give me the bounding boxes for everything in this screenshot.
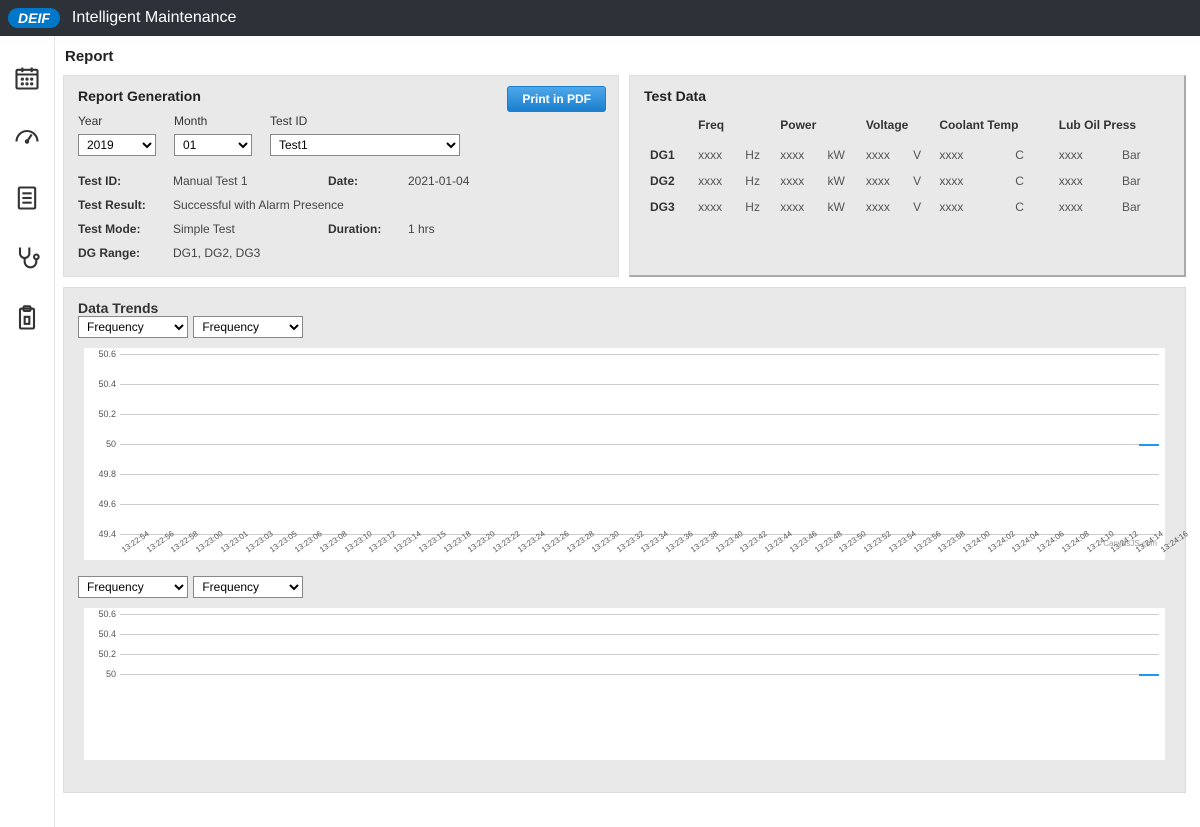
main-content: Report Report Generation Print in PDF Ye… xyxy=(55,36,1200,827)
table-row: DG3xxxxHzxxxxkWxxxxVxxxxCxxxxBar xyxy=(644,194,1170,220)
trend-chart-2: 50.650.450.250 xyxy=(84,608,1165,760)
sidebar xyxy=(0,36,55,827)
brand-logo: DEIF xyxy=(8,8,60,28)
trend1-select-b[interactable]: Frequency xyxy=(193,316,303,338)
month-label: Month xyxy=(174,114,252,128)
year-select[interactable]: 2019 xyxy=(78,134,156,156)
result-field-value: Successful with Alarm Presence xyxy=(173,198,604,212)
calendar-icon xyxy=(13,64,41,92)
col-luboil: Lub Oil Press xyxy=(1053,114,1170,142)
col-coolant: Coolant Temp xyxy=(933,114,1052,142)
sidebar-item-diagnostics[interactable] xyxy=(0,228,54,288)
year-label: Year xyxy=(78,114,156,128)
table-row: DG2xxxxHzxxxxkWxxxxVxxxxCxxxxBar xyxy=(644,168,1170,194)
print-pdf-button[interactable]: Print in PDF xyxy=(507,86,606,112)
col-freq: Freq xyxy=(692,114,774,142)
range-field-label: DG Range: xyxy=(78,246,173,260)
trend2-select-a[interactable]: Frequency xyxy=(78,576,188,598)
testid-select[interactable]: Test1 xyxy=(270,134,460,156)
date-field-value: 2021-01-04 xyxy=(408,174,604,188)
col-power: Power xyxy=(774,114,860,142)
testid-field-label: Test ID: xyxy=(78,174,173,188)
month-select[interactable]: 01 xyxy=(174,134,252,156)
app-title: Intelligent Maintenance xyxy=(72,9,237,27)
test-data-panel: Test Data Freq Power Voltage Coolant Tem… xyxy=(629,75,1186,277)
mode-field-value: Simple Test xyxy=(173,222,328,236)
gauge-icon xyxy=(13,124,41,152)
table-row: DG1xxxxHzxxxxkWxxxxVxxxxCxxxxBar xyxy=(644,142,1170,168)
col-voltage: Voltage xyxy=(860,114,933,142)
duration-field-value: 1 hrs xyxy=(408,222,604,236)
sidebar-item-gauge[interactable] xyxy=(0,108,54,168)
data-trends-title: Data Trends xyxy=(78,300,1171,316)
page-title: Report xyxy=(65,48,1186,65)
report-generation-panel: Report Generation Print in PDF Year 2019… xyxy=(63,75,619,277)
testid-field-value: Manual Test 1 xyxy=(173,174,328,188)
testid-label: Test ID xyxy=(270,114,460,128)
mode-field-label: Test Mode: xyxy=(78,222,173,236)
top-bar: DEIF Intelligent Maintenance xyxy=(0,0,1200,36)
data-trends-panel: Data Trends Frequency Frequency CanvasJS… xyxy=(63,287,1186,793)
sidebar-item-calendar[interactable] xyxy=(0,48,54,108)
range-field-value: DG1, DG2, DG3 xyxy=(173,246,604,260)
result-field-label: Test Result: xyxy=(78,198,173,212)
test-data-title: Test Data xyxy=(644,88,1170,104)
trend-chart-1: CanvasJS.com 50.650.450.25049.849.649.41… xyxy=(84,348,1165,560)
clipboard-icon xyxy=(13,304,41,332)
date-field-label: Date: xyxy=(328,174,408,188)
trend2-select-b[interactable]: Frequency xyxy=(193,576,303,598)
stethoscope-icon xyxy=(13,244,41,272)
sidebar-item-report[interactable] xyxy=(0,168,54,228)
test-data-table: Freq Power Voltage Coolant Temp Lub Oil … xyxy=(644,114,1170,220)
report-icon xyxy=(13,184,41,212)
sidebar-item-clipboard[interactable] xyxy=(0,288,54,348)
duration-field-label: Duration: xyxy=(328,222,408,236)
trend1-select-a[interactable]: Frequency xyxy=(78,316,188,338)
